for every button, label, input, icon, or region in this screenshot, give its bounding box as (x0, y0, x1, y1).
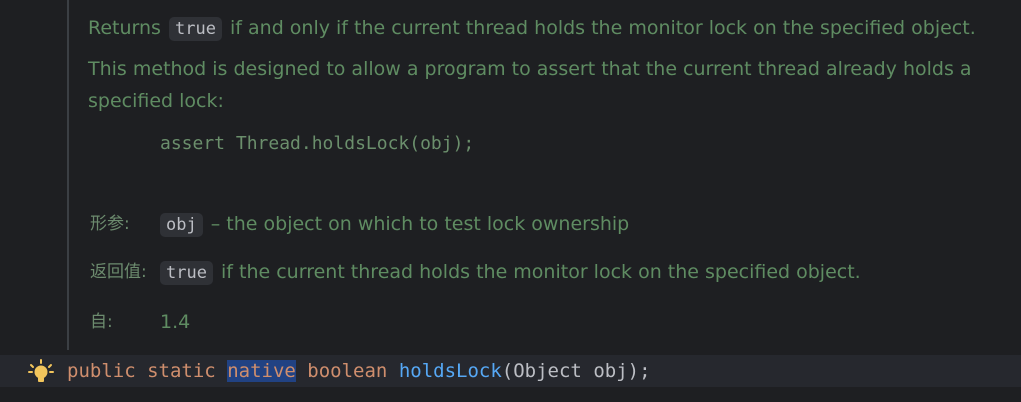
code-chip-true: true (169, 17, 222, 41)
keyword-static[interactable]: static (147, 360, 216, 382)
method-name[interactable]: holdsLock (399, 360, 502, 382)
doc-text: Returns (88, 17, 161, 39)
param-name[interactable]: obj (593, 360, 627, 382)
param-type[interactable]: Object (513, 360, 582, 382)
doc-gutter-bar (67, 0, 69, 350)
code-chip-true: true (160, 261, 213, 285)
returns-value: true if the current thread holds the mon… (160, 259, 861, 285)
params-label: 形参: (90, 214, 130, 234)
method-declaration[interactable]: public static native boolean holdsLock(O… (67, 357, 651, 385)
keyword-public[interactable]: public (67, 360, 136, 382)
since-value: 1.4 (160, 311, 191, 333)
params-description: – the object on which to test lock owner… (210, 213, 630, 235)
doc-text: if and only if the current thread holds … (230, 17, 976, 39)
doc-line-description: This method is designed to allow a progr… (88, 58, 972, 80)
keyword-native-selected[interactable]: native (227, 360, 296, 382)
lightbulb-icon[interactable] (28, 359, 54, 385)
doc-code-example: assert Thread.holdsLock(obj); (160, 133, 475, 154)
returns-description: if the current thread holds the monitor … (221, 261, 861, 283)
code-editor[interactable]: Returns true if and only if the current … (0, 0, 1021, 402)
code-chip-obj: obj (160, 213, 203, 237)
params-value: obj – the object on which to test lock o… (160, 211, 629, 237)
returns-label: 返回值: (90, 262, 147, 282)
close-paren-semicolon: ); (627, 360, 651, 382)
doc-line-description-cont: specified lock: (88, 90, 224, 112)
since-label: 自: (90, 312, 113, 332)
keyword-boolean[interactable]: boolean (307, 360, 387, 382)
doc-line-returns: Returns true if and only if the current … (88, 15, 976, 41)
open-paren: ( (501, 360, 514, 382)
